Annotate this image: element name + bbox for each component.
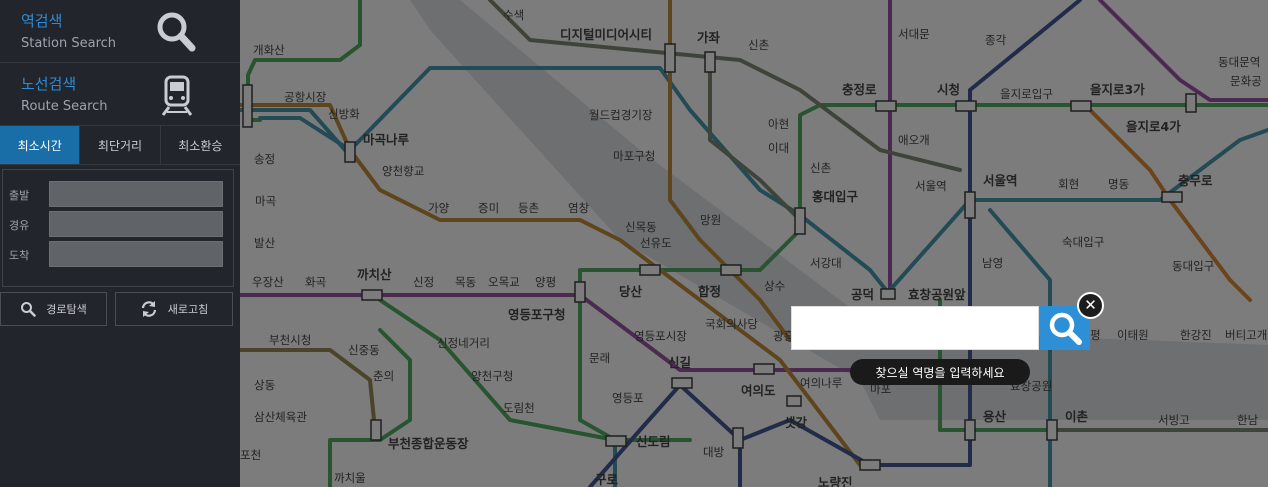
search-hint-tooltip: 찾으실 역명을 입력하세요 — [850, 359, 1030, 385]
tab-min-time[interactable]: 최소시간 — [0, 126, 81, 164]
arrival-label: 도착 — [9, 249, 30, 262]
via-row: 경유 — [3, 210, 233, 240]
tab-min-transfer[interactable]: 최소환승 — [161, 126, 240, 164]
station-search-box — [791, 306, 1039, 350]
search-icon — [1049, 312, 1082, 345]
station-search-input[interactable] — [792, 307, 1038, 349]
refresh-button[interactable]: 새로고침 — [115, 292, 233, 326]
route-search-button[interactable]: 경로탐색 — [0, 292, 107, 326]
arrival-input[interactable] — [49, 241, 223, 267]
station-search-label-ko: 역검색 — [21, 12, 63, 30]
search-icon — [157, 12, 196, 52]
route-mode-tabs: 최소시간 최단거리 최소환승 — [0, 126, 240, 165]
departure-row: 출발 — [3, 180, 233, 210]
modal-overlay[interactable] — [240, 0, 1268, 487]
station-search-nav[interactable]: 역검색 Station Search — [0, 0, 240, 63]
search-icon — [21, 302, 36, 317]
departure-input[interactable] — [49, 181, 223, 207]
arrival-row: 도착 — [3, 240, 233, 270]
tab-shortest-distance[interactable]: 최단거리 — [80, 126, 161, 164]
route-search-button-label: 경로탐색 — [46, 303, 87, 316]
sidebar: 역검색 Station Search 노선검색 Route Search 최소시… — [0, 0, 240, 487]
via-label: 경유 — [9, 219, 30, 232]
departure-label: 출발 — [9, 189, 30, 202]
route-form: 출발 경유 도착 — [2, 169, 234, 287]
route-search-label-ko: 노선검색 — [21, 75, 77, 93]
refresh-icon — [141, 301, 156, 317]
refresh-button-label: 새로고침 — [167, 303, 209, 316]
close-icon[interactable]: ✕ — [1077, 292, 1104, 319]
route-search-label-en: Route Search — [21, 99, 108, 114]
route-search-nav[interactable]: 노선검색 Route Search — [0, 63, 240, 126]
train-icon — [161, 75, 193, 116]
via-input[interactable] — [49, 211, 223, 237]
station-search-label-en: Station Search — [21, 36, 117, 51]
